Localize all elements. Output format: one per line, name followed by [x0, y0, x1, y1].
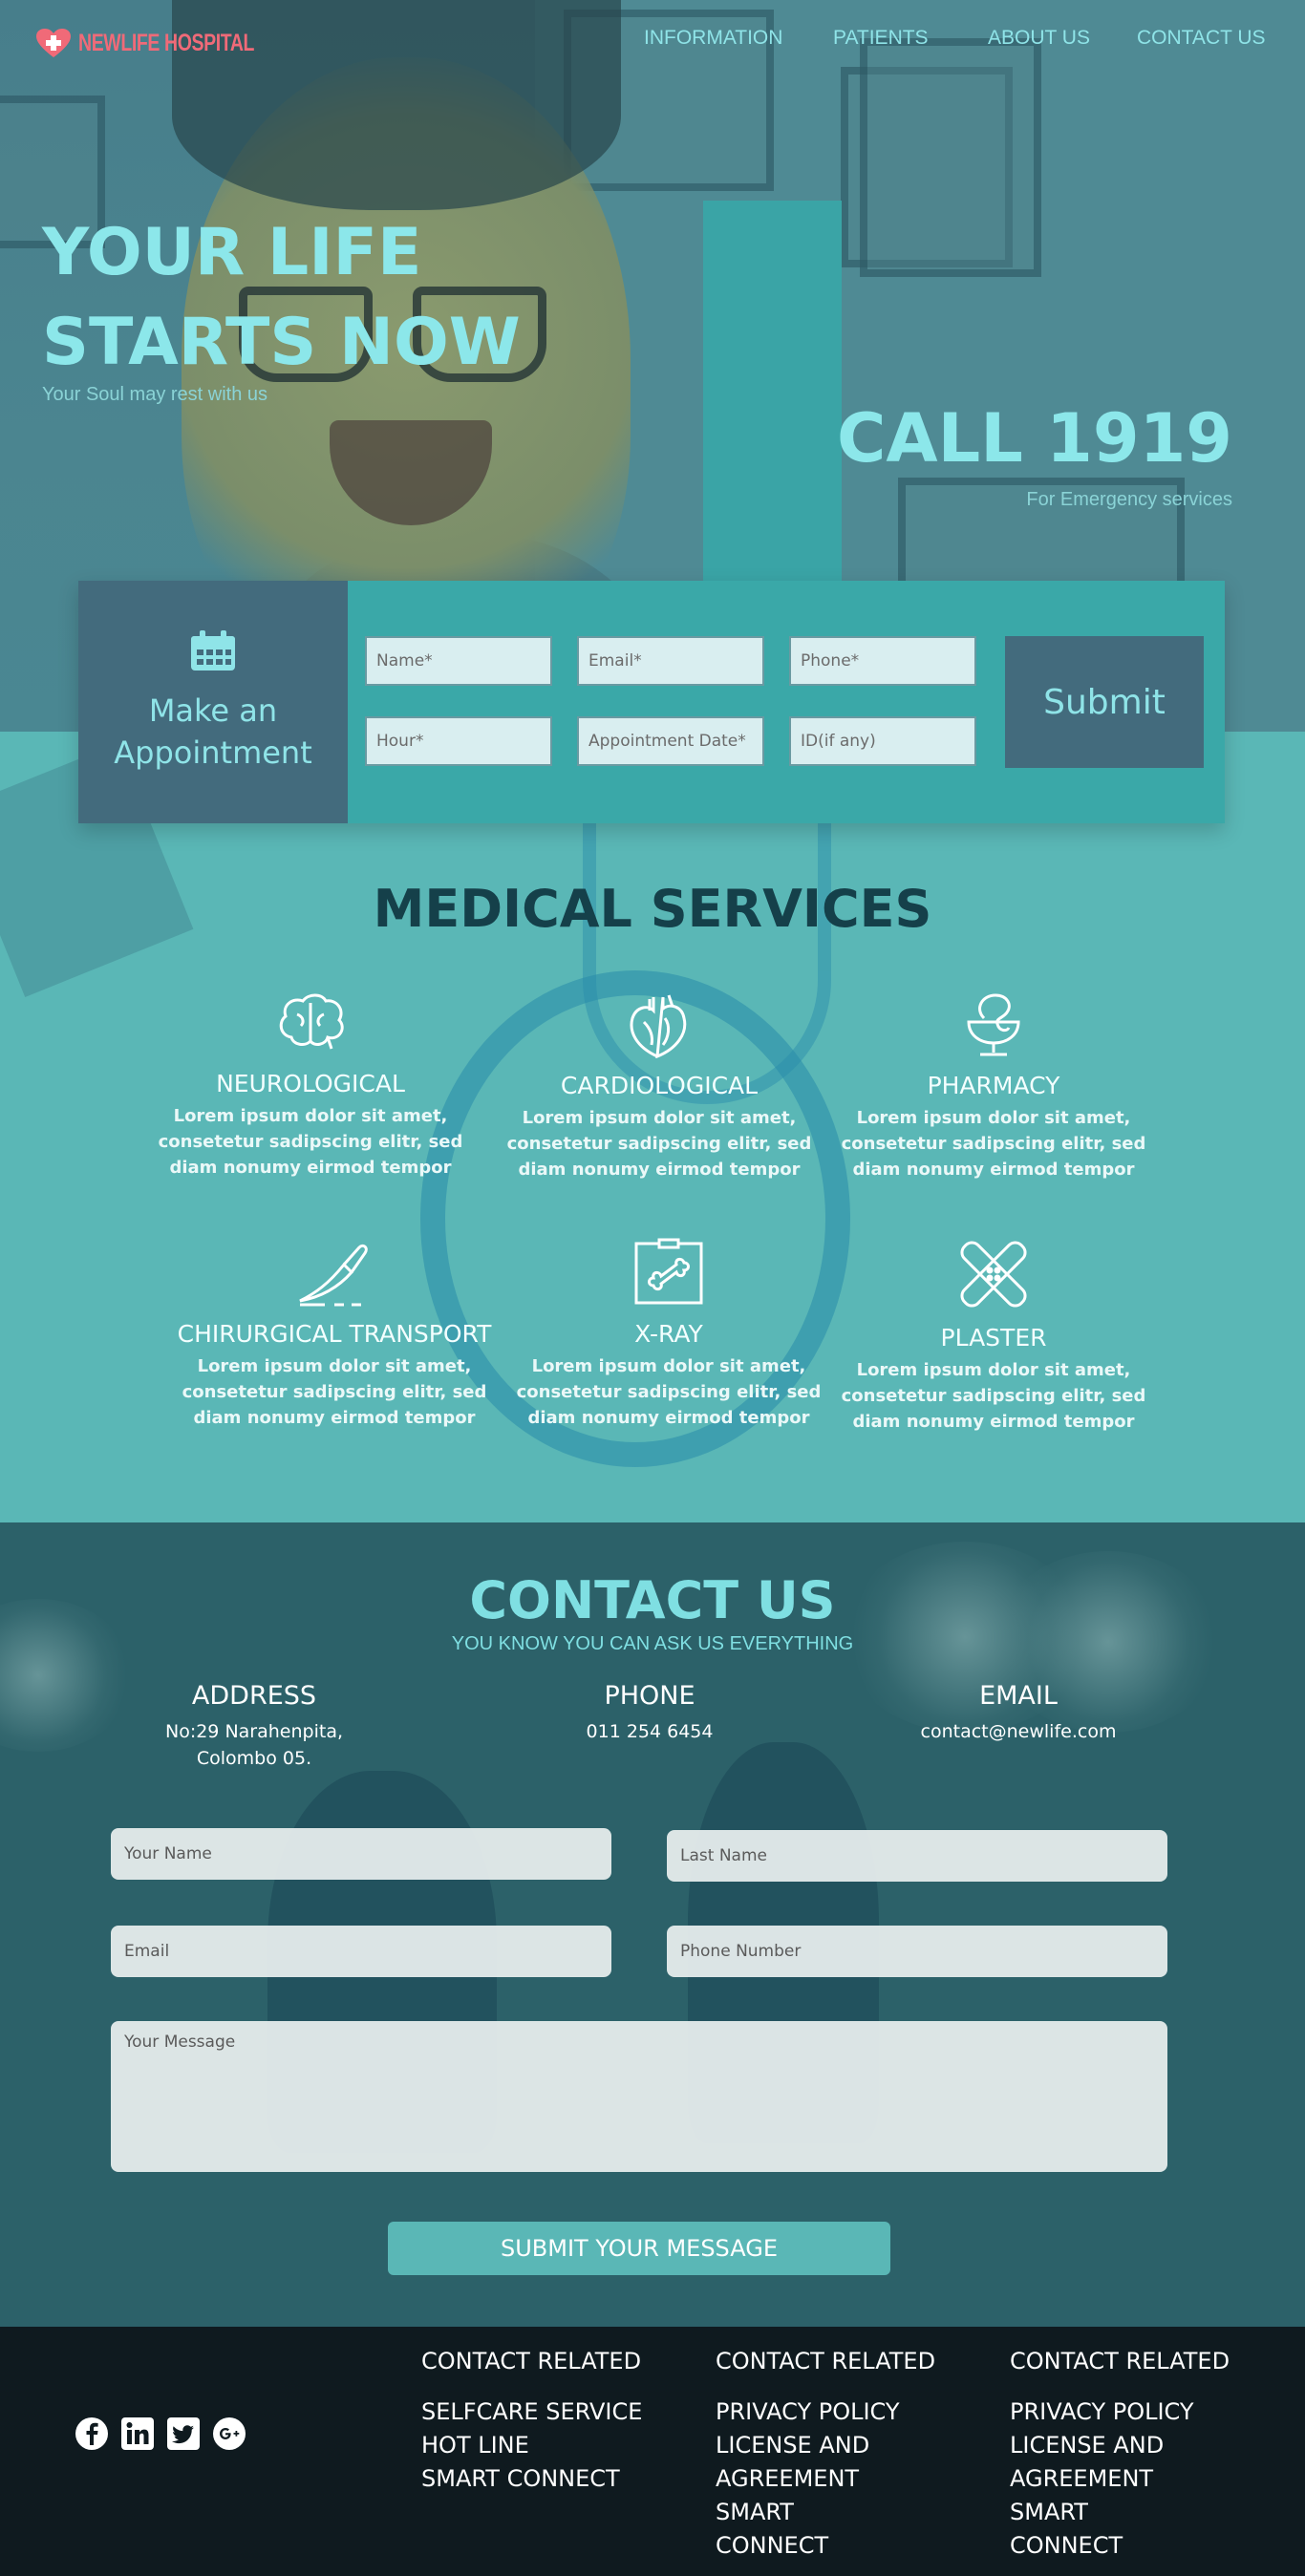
nav-item-contact-us[interactable]: CONTACT US [1137, 27, 1266, 50]
contact-title: CONTACT US [469, 1570, 836, 1630]
footer-column-2: CONTACT RELATED PRIVACY POLICY LICENSE A… [716, 2348, 935, 2563]
service-card-cardiological[interactable]: CARDIOLOGICAL Lorem ipsum dolor sit amet… [487, 990, 831, 1182]
scalpel-icon [299, 1244, 368, 1307]
service-description: Lorem ipsum dolor sit amet, consetetur s… [516, 1356, 822, 1428]
footer-link-selfcare-service[interactable]: SELFCARE SERVICE [421, 2395, 689, 2429]
top-nav: INFORMATION PATIENTS ABOUT US CONTACT US [0, 27, 1305, 55]
appointment-phone-field[interactable] [789, 636, 976, 686]
contact-first-name-field[interactable] [111, 1828, 611, 1880]
service-description: Lorem ipsum dolor sit amet, consetetur s… [841, 1108, 1146, 1180]
appointment-id-field[interactable] [789, 716, 976, 766]
plaster-icon [960, 1241, 1027, 1308]
contact-phone-field[interactable] [667, 1926, 1167, 1977]
footer-link-smart-connect[interactable]: SMART CONNECT [421, 2462, 689, 2496]
contact-email-value[interactable]: contact@newlife.com [846, 1718, 1190, 1745]
hero-title: YOUR LIFE STARTS NOW [42, 215, 521, 380]
appointment-email-field[interactable] [577, 636, 764, 686]
services-title: MEDICAL SERVICES [373, 879, 932, 939]
contact-address-label: ADDRESS [191, 1681, 317, 1711]
appointment-header: Make an Appointment [78, 581, 348, 823]
service-name: CHIRURGICAL TRANSPORT [177, 1320, 492, 1348]
twitter-icon[interactable] [166, 2416, 201, 2451]
service-name: PHARMACY [927, 1072, 1060, 1099]
contact-address-block: ADDRESS No:29 Narahenpita, Colombo 05. [82, 1681, 426, 1772]
contact-email-field[interactable] [111, 1926, 611, 1977]
service-card-chirurgical-transport[interactable]: CHIRURGICAL TRANSPORT Lorem ipsum dolor … [162, 1238, 506, 1431]
contact-last-name-field[interactable] [667, 1830, 1167, 1882]
footer-column-heading: CONTACT RELATED [421, 2348, 642, 2374]
service-card-xray[interactable]: X-RAY Lorem ipsum dolor sit amet, conset… [497, 1238, 841, 1431]
brain-icon [279, 993, 344, 1050]
hero-subtitle: Your Soul may rest with us [42, 384, 268, 405]
footer: CONTACT RELATED SELFCARE SERVICE HOT LIN… [0, 2327, 1305, 2576]
service-description: Lorem ipsum dolor sit amet, consetetur s… [182, 1356, 487, 1428]
footer-link-smart-connect[interactable]: SMART CONNECT [716, 2496, 907, 2563]
hero-accent-pillar [703, 201, 842, 583]
contact-subtitle: YOU KNOW YOU CAN ASK US EVERYTHING [451, 1633, 854, 1654]
nav-item-patients[interactable]: PATIENTS [833, 27, 929, 50]
service-card-neurological[interactable]: NEUROLOGICAL Lorem ipsum dolor sit amet,… [139, 990, 482, 1181]
linkedin-icon[interactable] [120, 2416, 155, 2451]
footer-link-hot-line[interactable]: HOT LINE [421, 2429, 689, 2462]
footer-link-license-agreement[interactable]: LICENSE AND AGREEMENT [716, 2429, 907, 2496]
contact-phone-block: PHONE 011 254 6454 [478, 1681, 822, 1745]
service-card-pharmacy[interactable]: PHARMACY Lorem ipsum dolor sit amet, con… [822, 990, 1166, 1182]
google-plus-icon[interactable] [212, 2416, 246, 2451]
appointment-title: Make an Appointment [114, 692, 312, 771]
footer-link-smart-connect[interactable]: SMART CONNECT [1010, 2496, 1201, 2563]
service-description: Lorem ipsum dolor sit amet, consetetur s… [158, 1106, 463, 1178]
contact-address-line2: Colombo 05. [196, 1748, 312, 1769]
service-name: X-RAY [634, 1320, 703, 1348]
contact-section: CONTACT US YOU KNOW YOU CAN ASK US EVERY… [0, 1522, 1305, 2327]
service-card-plaster[interactable]: PLASTER Lorem ipsum dolor sit amet, cons… [822, 1238, 1166, 1435]
emergency-call-number: CALL 1919 [837, 399, 1232, 478]
footer-column-heading: CONTACT RELATED [716, 2348, 936, 2374]
footer-link-license-agreement[interactable]: LICENSE AND AGREEMENT [1010, 2429, 1201, 2496]
appointment-hour-field[interactable] [365, 716, 552, 766]
contact-message-field[interactable] [111, 2021, 1167, 2172]
service-description: Lorem ipsum dolor sit amet, consetetur s… [506, 1108, 812, 1180]
appointment-name-field[interactable] [365, 636, 552, 686]
contact-phone-value[interactable]: 011 254 6454 [478, 1718, 822, 1745]
contact-address-line1: No:29 Narahenpita, [164, 1721, 343, 1742]
appointment-form: Make an Appointment Submit [78, 581, 1225, 823]
nav-item-information[interactable]: INFORMATION [644, 27, 782, 50]
xray-bone-icon [634, 1238, 703, 1305]
calendar-icon [191, 630, 235, 671]
service-name: CARDIOLOGICAL [560, 1072, 759, 1099]
contact-email-label: EMAIL [979, 1681, 1058, 1711]
footer-link-privacy-policy[interactable]: PRIVACY POLICY [1010, 2395, 1201, 2429]
contact-phone-label: PHONE [604, 1681, 695, 1711]
services-section: MEDICAL SERVICES NEUROLOGICAL Lorem ipsu… [0, 732, 1305, 1522]
facebook-icon[interactable] [75, 2416, 109, 2451]
footer-column-3: CONTACT RELATED PRIVACY POLICY LICENSE A… [1010, 2348, 1230, 2563]
service-description: Lorem ipsum dolor sit amet, consetetur s… [841, 1360, 1146, 1432]
appointment-date-field[interactable] [577, 716, 764, 766]
contact-submit-button[interactable]: SUBMIT YOUR MESSAGE [388, 2222, 890, 2275]
footer-column-heading: CONTACT RELATED [1010, 2348, 1230, 2374]
footer-column-1: CONTACT RELATED SELFCARE SERVICE HOT LIN… [421, 2348, 689, 2496]
service-name: PLASTER [940, 1324, 1047, 1352]
heart-organ-icon [630, 994, 687, 1058]
service-name: NEUROLOGICAL [216, 1070, 405, 1097]
contact-email-block: EMAIL contact@newlife.com [846, 1681, 1190, 1745]
emergency-call-subtitle: For Emergency services [1026, 489, 1232, 510]
appointment-submit-button[interactable]: Submit [1005, 636, 1204, 768]
social-links [75, 2416, 246, 2451]
hero-bg-certificate [860, 38, 1041, 277]
footer-link-privacy-policy[interactable]: PRIVACY POLICY [716, 2395, 907, 2429]
pharmacy-bowl-icon [967, 993, 1020, 1056]
nav-item-about-us[interactable]: ABOUT US [988, 27, 1090, 50]
